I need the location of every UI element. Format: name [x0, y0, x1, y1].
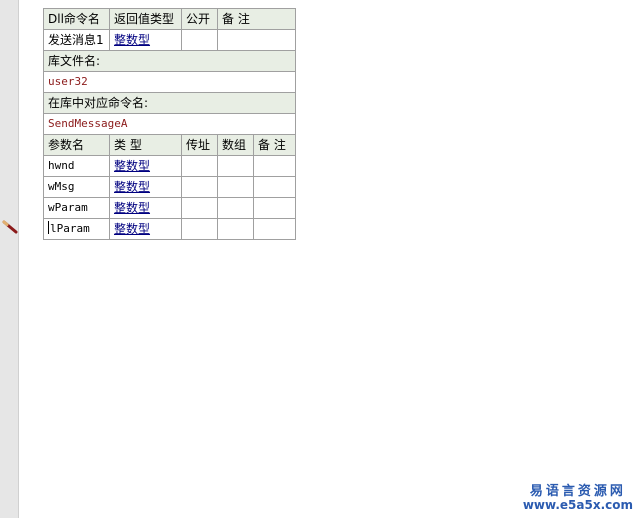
param-type-header: 类 型: [109, 134, 182, 156]
param-remark-cell[interactable]: [253, 218, 296, 240]
param-name-header: 参数名: [43, 134, 110, 156]
entry-value-row: SendMessageA: [43, 113, 296, 135]
param-byref-cell[interactable]: [181, 197, 218, 219]
param-remark-cell[interactable]: [253, 197, 296, 219]
param-type-value[interactable]: 整数型: [114, 222, 150, 236]
param-type-cell[interactable]: 整数型: [109, 197, 182, 219]
remark-header: 备 注: [217, 8, 296, 30]
public-cell[interactable]: [181, 29, 218, 51]
param-type-cell[interactable]: 整数型: [109, 176, 182, 198]
param-row: wMsg 整数型: [43, 176, 296, 198]
dll-name-header: Dll命令名: [43, 8, 110, 30]
param-type-value[interactable]: 整数型: [114, 159, 150, 173]
editor-gutter[interactable]: [0, 0, 19, 518]
entry-label: 在库中对应命令名:: [43, 92, 296, 114]
entry-label-row: 在库中对应命令名:: [43, 92, 296, 114]
dll-declaration-table: Dll命令名 返回值类型 公开 备 注 发送消息1 整数型 库文件名: user…: [43, 8, 296, 240]
text-cursor: [48, 221, 49, 234]
param-remark-cell[interactable]: [253, 155, 296, 177]
library-value-row: user32: [43, 71, 296, 93]
entry-value[interactable]: SendMessageA: [43, 113, 296, 135]
param-array-cell[interactable]: [217, 176, 254, 198]
param-row: wParam 整数型: [43, 197, 296, 219]
param-name-cell[interactable]: wMsg: [43, 176, 110, 198]
library-label-row: 库文件名:: [43, 50, 296, 72]
watermark-title: 易语言资源网: [529, 483, 626, 499]
dll-command-row: 发送消息1 整数型: [43, 29, 296, 51]
return-type-value[interactable]: 整数型: [114, 33, 150, 47]
param-row: hwnd 整数型: [43, 155, 296, 177]
dll-name-cell[interactable]: 发送消息1: [43, 29, 110, 51]
remark-cell[interactable]: [217, 29, 296, 51]
param-type-value[interactable]: 整数型: [114, 201, 150, 215]
param-byref-cell[interactable]: [181, 176, 218, 198]
library-value[interactable]: user32: [43, 71, 296, 93]
param-remark-cell[interactable]: [253, 176, 296, 198]
param-array-cell[interactable]: [217, 155, 254, 177]
param-type-value[interactable]: 整数型: [114, 180, 150, 194]
param-type-cell[interactable]: 整数型: [109, 155, 182, 177]
param-name-cell[interactable]: wParam: [43, 197, 110, 219]
dll-header-row: Dll命令名 返回值类型 公开 备 注: [43, 8, 296, 30]
param-header-row: 参数名 类 型 传址 数组 备 注: [43, 134, 296, 156]
param-array-cell[interactable]: [217, 197, 254, 219]
param-byref-cell[interactable]: [181, 218, 218, 240]
param-row-active: lParam 整数型: [43, 218, 296, 240]
param-type-cell[interactable]: 整数型: [109, 218, 182, 240]
site-watermark: 易语言资源网 www.e5a5x.com: [522, 483, 633, 512]
pencil-icon: [2, 220, 18, 234]
param-array-cell[interactable]: [217, 218, 254, 240]
param-name-text: lParam: [50, 222, 90, 235]
library-label: 库文件名:: [43, 50, 296, 72]
param-byref-header: 传址: [181, 134, 218, 156]
param-remark-header: 备 注: [253, 134, 296, 156]
param-name-cell[interactable]: lParam: [43, 218, 110, 240]
watermark-url: www.e5a5x.com: [522, 497, 633, 512]
param-array-header: 数组: [217, 134, 254, 156]
param-byref-cell[interactable]: [181, 155, 218, 177]
param-name-cell[interactable]: hwnd: [43, 155, 110, 177]
public-header: 公开: [181, 8, 218, 30]
return-type-header: 返回值类型: [109, 8, 182, 30]
return-type-cell[interactable]: 整数型: [109, 29, 182, 51]
